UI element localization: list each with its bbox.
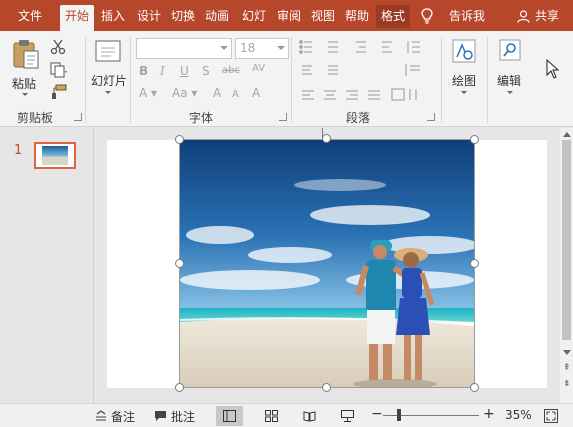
resize-handle-top-right[interactable] <box>470 135 479 144</box>
scroll-up-icon[interactable] <box>563 132 571 137</box>
slideshow-icon <box>341 410 354 422</box>
ribbon-separator <box>85 37 86 123</box>
tab-review[interactable]: 审阅 <box>272 5 306 28</box>
paste-button[interactable]: 粘贴 <box>12 75 36 92</box>
ribbon-separator <box>441 37 442 123</box>
resize-handle-left[interactable] <box>175 259 184 268</box>
tab-home[interactable]: 开始 <box>60 5 94 31</box>
italic-icon[interactable]: I <box>160 64 165 78</box>
tab-view[interactable]: 视图 <box>306 5 340 28</box>
ribbon-tab-bar: 文件 开始 插入 设计 切换 动画 幻灯 审阅 视图 帮助 格式 告诉我 共享 <box>0 0 573 31</box>
scroll-down-icon[interactable] <box>563 350 571 355</box>
resize-handle-top-left[interactable] <box>175 135 184 144</box>
grow-font-icon[interactable]: A <box>213 86 221 100</box>
lightbulb-icon[interactable] <box>420 8 434 24</box>
underline-icon[interactable]: U <box>180 64 189 78</box>
slideshow-button[interactable] <box>334 406 361 426</box>
copy-icon[interactable] <box>50 62 68 78</box>
font-launcher[interactable] <box>279 113 287 121</box>
format-painter-icon[interactable] <box>50 84 68 100</box>
zoom-slider-thumb[interactable] <box>397 409 401 421</box>
normal-view-icon <box>223 410 236 422</box>
paragraph-controls[interactable] <box>298 39 434 101</box>
cut-icon[interactable] <box>50 39 66 55</box>
slide-thumbnail[interactable] <box>34 142 76 169</box>
fit-slide-icon[interactable] <box>544 409 558 423</box>
resize-handle-bottom-right[interactable] <box>470 383 479 392</box>
picture-selection-frame <box>179 139 475 388</box>
new-slide-dropdown-icon[interactable] <box>105 91 111 94</box>
scrollbar-thumb[interactable] <box>562 140 571 340</box>
clipboard-launcher[interactable] <box>74 113 82 121</box>
notes-button[interactable]: 备注 <box>111 408 135 425</box>
editing-dropdown-icon[interactable] <box>507 91 513 94</box>
resize-handle-right[interactable] <box>470 259 479 268</box>
resize-handle-bottom[interactable] <box>322 383 331 392</box>
zoom-out-button[interactable]: − <box>371 406 383 422</box>
tab-help[interactable]: 帮助 <box>340 5 374 28</box>
ribbon-separator <box>487 37 488 123</box>
clear-formatting-icon[interactable]: A <box>252 86 260 100</box>
paragraph-launcher[interactable] <box>427 113 435 121</box>
drawing-dropdown-icon[interactable] <box>461 91 467 94</box>
comments-button[interactable]: 批注 <box>171 408 195 425</box>
comment-icon[interactable] <box>154 410 167 422</box>
ribbon-separator <box>291 37 292 123</box>
ribbon: 粘贴 剪贴板 幻灯片 18 B I U S abc AV A ▾ Aa ▾ A … <box>0 31 573 127</box>
zoom-level[interactable]: 35% <box>505 408 532 422</box>
font-group-label: 字体 <box>189 111 214 125</box>
resize-handle-bottom-left[interactable] <box>175 383 184 392</box>
normal-view-button[interactable] <box>216 406 243 426</box>
user-icon <box>517 10 530 23</box>
font-name-combo[interactable] <box>136 38 232 59</box>
tab-design[interactable]: 设计 <box>132 5 166 28</box>
slide-sorter-button[interactable] <box>258 406 285 426</box>
status-bar: 备注 批注 − + 35% <box>0 403 573 427</box>
zoom-in-button[interactable]: + <box>483 406 495 422</box>
ribbon-separator <box>130 37 131 123</box>
reading-view-icon <box>303 411 316 422</box>
rotation-handle[interactable] <box>322 134 331 143</box>
paste-dropdown-icon[interactable] <box>22 93 28 96</box>
drawing-button[interactable]: 绘图 <box>452 72 476 89</box>
slide-number: 1 <box>14 143 23 158</box>
new-slide-icon[interactable] <box>95 38 123 66</box>
tell-me-search[interactable]: 告诉我 <box>449 5 485 28</box>
clipboard-group-label: 剪贴板 <box>17 111 54 125</box>
character-spacing-icon[interactable]: AV <box>252 62 265 76</box>
change-case-icon[interactable]: Aa ▾ <box>172 86 197 100</box>
font-size-value: 18 <box>240 41 256 55</box>
tab-transitions[interactable]: 切换 <box>166 5 200 28</box>
editing-button[interactable]: 编辑 <box>497 72 521 89</box>
shrink-font-icon[interactable]: A <box>232 88 239 102</box>
bold-icon[interactable]: B <box>139 64 148 78</box>
next-slide-icon[interactable]: ⇟ <box>563 380 571 389</box>
notes-icon[interactable] <box>95 410 107 422</box>
search-icon[interactable] <box>499 39 521 61</box>
tab-slideshow[interactable]: 幻灯 <box>236 5 272 28</box>
share-button[interactable]: 共享 <box>535 5 559 28</box>
vertical-scrollbar[interactable]: ⇞ ⇟ <box>560 128 573 403</box>
tab-insert[interactable]: 插入 <box>96 5 130 28</box>
cursor-icon <box>546 59 560 79</box>
font-color-icon[interactable]: A ▾ <box>139 86 157 100</box>
thumbnail-image <box>42 146 68 165</box>
new-slide-button[interactable]: 幻灯片 <box>91 72 127 89</box>
paragraph-group-label: 段落 <box>346 111 371 125</box>
tab-animations[interactable]: 动画 <box>200 5 234 28</box>
tab-file[interactable]: 文件 <box>10 5 50 28</box>
slide-sorter-icon <box>265 410 278 422</box>
paste-icon[interactable] <box>12 38 40 70</box>
reading-view-button[interactable] <box>296 406 323 426</box>
shapes-icon[interactable] <box>452 39 476 63</box>
font-size-combo[interactable]: 18 <box>235 38 289 59</box>
text-shadow-icon[interactable]: S <box>202 64 210 78</box>
tab-format[interactable]: 格式 <box>376 5 410 28</box>
slide-thumbnail-pane: 1 <box>0 128 94 403</box>
previous-slide-icon[interactable]: ⇞ <box>563 364 571 373</box>
strikethrough-icon[interactable]: abc <box>222 64 240 78</box>
